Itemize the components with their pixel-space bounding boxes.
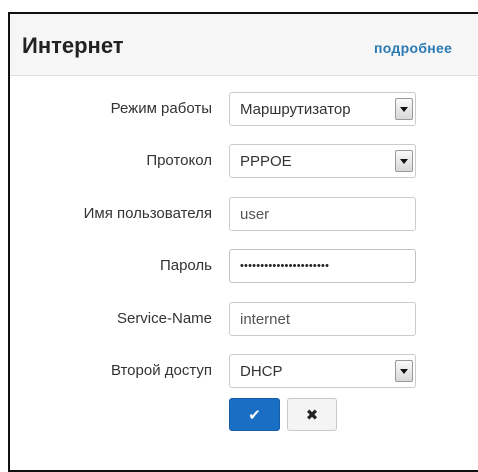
password-masked-value: ••••••••••••••••••••••	[240, 260, 330, 272]
secondary-access-label: Второй доступ	[110, 362, 212, 379]
chevron-down-icon[interactable]	[395, 360, 413, 382]
form-row-secondary-access: Второй доступ DHCP	[10, 354, 470, 388]
more-details-link[interactable]: подробнее	[374, 40, 452, 56]
protocol-label: Протокол	[146, 152, 212, 169]
protocol-select[interactable]: PPPOE	[229, 144, 416, 178]
chevron-down-icon[interactable]	[395, 98, 413, 120]
form-actions: ✔ ✖	[10, 398, 470, 432]
form-row-service-name: Service-Name	[10, 302, 470, 336]
close-icon: ✖	[305, 406, 319, 424]
panel-header: Интернет подробнее	[10, 14, 478, 76]
mode-label: Режим работы	[110, 100, 212, 117]
username-input[interactable]	[229, 197, 416, 231]
secondary-access-select[interactable]: DHCP	[229, 354, 416, 388]
chevron-down-icon[interactable]	[395, 150, 413, 172]
password-label: Пароль	[159, 257, 212, 274]
service-name-label: Service-Name	[116, 310, 212, 327]
internet-settings-panel: Интернет подробнее Режим работы Маршрути…	[8, 12, 478, 472]
save-button[interactable]: ✔	[229, 398, 280, 431]
password-input[interactable]: ••••••••••••••••••••••	[229, 249, 416, 283]
checkmark-icon: ✔	[248, 406, 261, 424]
form-row-username: Имя пользователя	[10, 197, 470, 231]
form-row-mode: Режим работы Маршрутизатор	[10, 92, 470, 126]
mode-select[interactable]: Маршрутизатор	[229, 92, 416, 126]
protocol-select-value: PPPOE	[240, 153, 292, 170]
cancel-button[interactable]: ✖	[287, 398, 337, 431]
panel-title: Интернет	[22, 33, 124, 58]
mode-select-value: Маршрутизатор	[240, 101, 351, 118]
secondary-access-select-value: DHCP	[240, 363, 283, 380]
service-name-input[interactable]	[229, 302, 416, 336]
username-label: Имя пользователя	[83, 205, 212, 222]
form-row-protocol: Протокол PPPOE	[10, 144, 470, 178]
form-row-password: Пароль ••••••••••••••••••••••	[10, 249, 470, 283]
